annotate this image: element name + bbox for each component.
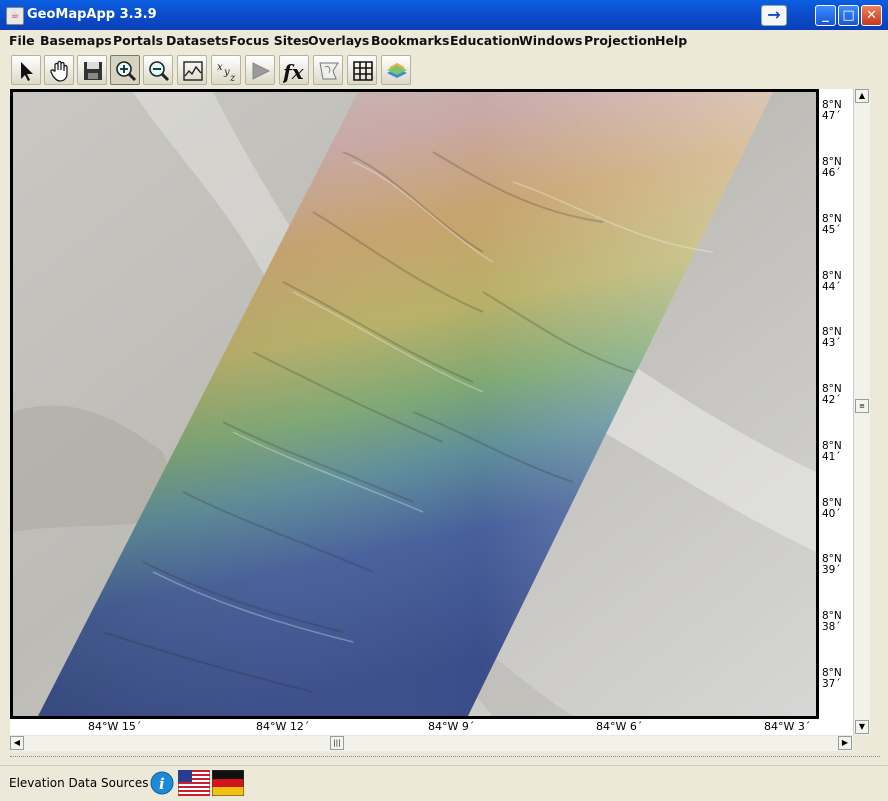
select-tool-button[interactable]: [11, 55, 41, 85]
lat-label: 8°N 45´: [822, 213, 842, 236]
pan-hand-icon: [50, 60, 68, 82]
us-flag-icon[interactable]: [178, 770, 210, 796]
menu-bookmarks[interactable]: Bookmarks: [371, 33, 449, 48]
scroll-right-icon[interactable]: ▶: [838, 736, 852, 750]
menu-focus-sites[interactable]: Focus Sites: [229, 33, 309, 48]
menu-basemaps[interactable]: Basemaps: [40, 33, 112, 48]
contour-button[interactable]: [313, 55, 343, 85]
menu-projection[interactable]: Projection: [584, 33, 656, 48]
lat-label: 8°N 46´: [822, 156, 842, 179]
lat-label: 8°N 43´: [822, 326, 842, 349]
java-app-icon: ☕: [6, 7, 24, 25]
lat-label: 8°N 37´: [822, 667, 842, 690]
toolbar: xyz fx: [0, 53, 888, 88]
save-button[interactable]: [77, 55, 107, 85]
menu-datasets[interactable]: Datasets: [166, 33, 229, 48]
lon-label: 84°W 6´: [596, 720, 643, 733]
save-disk-icon: [84, 62, 102, 80]
scroll-up-icon[interactable]: ▲: [855, 89, 869, 103]
layers-button[interactable]: [381, 55, 411, 85]
menu-education[interactable]: Education: [450, 33, 520, 48]
go-arrow-icon[interactable]: →: [761, 5, 787, 26]
menu-bar: File Basemaps Portals Datasets Focus Sit…: [0, 30, 888, 52]
horizontal-scroll-thumb[interactable]: |||: [330, 736, 344, 750]
germany-flag-icon[interactable]: [212, 770, 244, 796]
pan-tool-button[interactable]: [44, 55, 74, 85]
zoom-in-button[interactable]: [110, 55, 140, 85]
grid-button[interactable]: [347, 55, 377, 85]
menu-file[interactable]: File: [9, 33, 35, 48]
window-title: GeoMapApp 3.3.9: [27, 7, 157, 22]
contour-icon: [319, 62, 339, 80]
menu-overlays[interactable]: Overlays: [308, 33, 369, 48]
maximize-button[interactable]: □: [838, 5, 859, 26]
vertical-scrollbar[interactable]: ▲ ≡ ▼: [853, 89, 870, 735]
layers-icon: [387, 62, 407, 78]
svg-text:x: x: [217, 62, 223, 73]
function-button[interactable]: fx: [279, 55, 309, 85]
lat-label: 8°N 47´: [822, 99, 842, 122]
lat-label: 8°N 39´: [822, 553, 842, 576]
lat-label: 8°N 42´: [822, 383, 842, 406]
xyz-icon: x yz: [217, 62, 236, 83]
menu-help[interactable]: Help: [655, 33, 687, 48]
lon-label: 84°W 3´: [764, 720, 811, 733]
lon-label: 84°W 12´: [256, 720, 310, 733]
minimize-button[interactable]: _: [815, 5, 836, 26]
longitude-axis: 84°W 15´ 84°W 12´ 84°W 9´ 84°W 6´ 84°W 3…: [10, 719, 853, 735]
info-icon[interactable]: i: [150, 771, 174, 795]
split-divider[interactable]: [10, 756, 880, 761]
status-bar: Elevation Data Sources i: [0, 765, 888, 801]
horizontal-scrollbar[interactable]: ◀ ||| ▶: [10, 736, 853, 751]
lat-label: 8°N 41´: [822, 440, 842, 463]
lon-label: 84°W 9´: [428, 720, 475, 733]
profile-button[interactable]: [177, 55, 207, 85]
svg-text:fx: fx: [283, 60, 305, 83]
flag-button[interactable]: [245, 55, 275, 85]
svg-text:i: i: [159, 775, 165, 793]
vertical-scroll-thumb[interactable]: ≡: [855, 399, 869, 413]
map-view[interactable]: [10, 89, 819, 719]
zoom-out-icon: [149, 61, 170, 82]
lat-label: 8°N 40´: [822, 497, 842, 520]
title-bar: ☕ GeoMapApp 3.3.9 → _ □ ✕: [0, 0, 888, 30]
latitude-axis: 8°N 47´ 8°N 46´ 8°N 45´ 8°N 44´ 8°N 43´ 8°N 42…: [819, 89, 853, 719]
svg-text:y: y: [223, 67, 230, 78]
scroll-down-icon[interactable]: ▼: [855, 720, 869, 734]
select-arrow-icon: [21, 62, 33, 81]
grid-icon: [353, 61, 373, 81]
close-button[interactable]: ✕: [861, 5, 882, 26]
lon-label: 84°W 15´: [88, 720, 142, 733]
svg-text:z: z: [229, 73, 236, 83]
lat-label: 8°N 38´: [822, 610, 842, 633]
flag-icon: [252, 62, 271, 80]
menu-portals[interactable]: Portals: [113, 33, 163, 48]
bathymetry-map[interactable]: [13, 92, 816, 716]
lat-label: 8°N 44´: [822, 270, 842, 293]
menu-windows[interactable]: Windows: [519, 33, 583, 48]
elevation-sources-label: Elevation Data Sources: [9, 776, 149, 790]
xyz-button[interactable]: xyz: [211, 55, 241, 85]
scroll-left-icon[interactable]: ◀: [10, 736, 24, 750]
function-fx-icon: fx: [283, 60, 305, 83]
zoom-in-icon: [116, 61, 137, 82]
zoom-out-button[interactable]: [143, 55, 173, 85]
profile-icon: [183, 61, 203, 81]
